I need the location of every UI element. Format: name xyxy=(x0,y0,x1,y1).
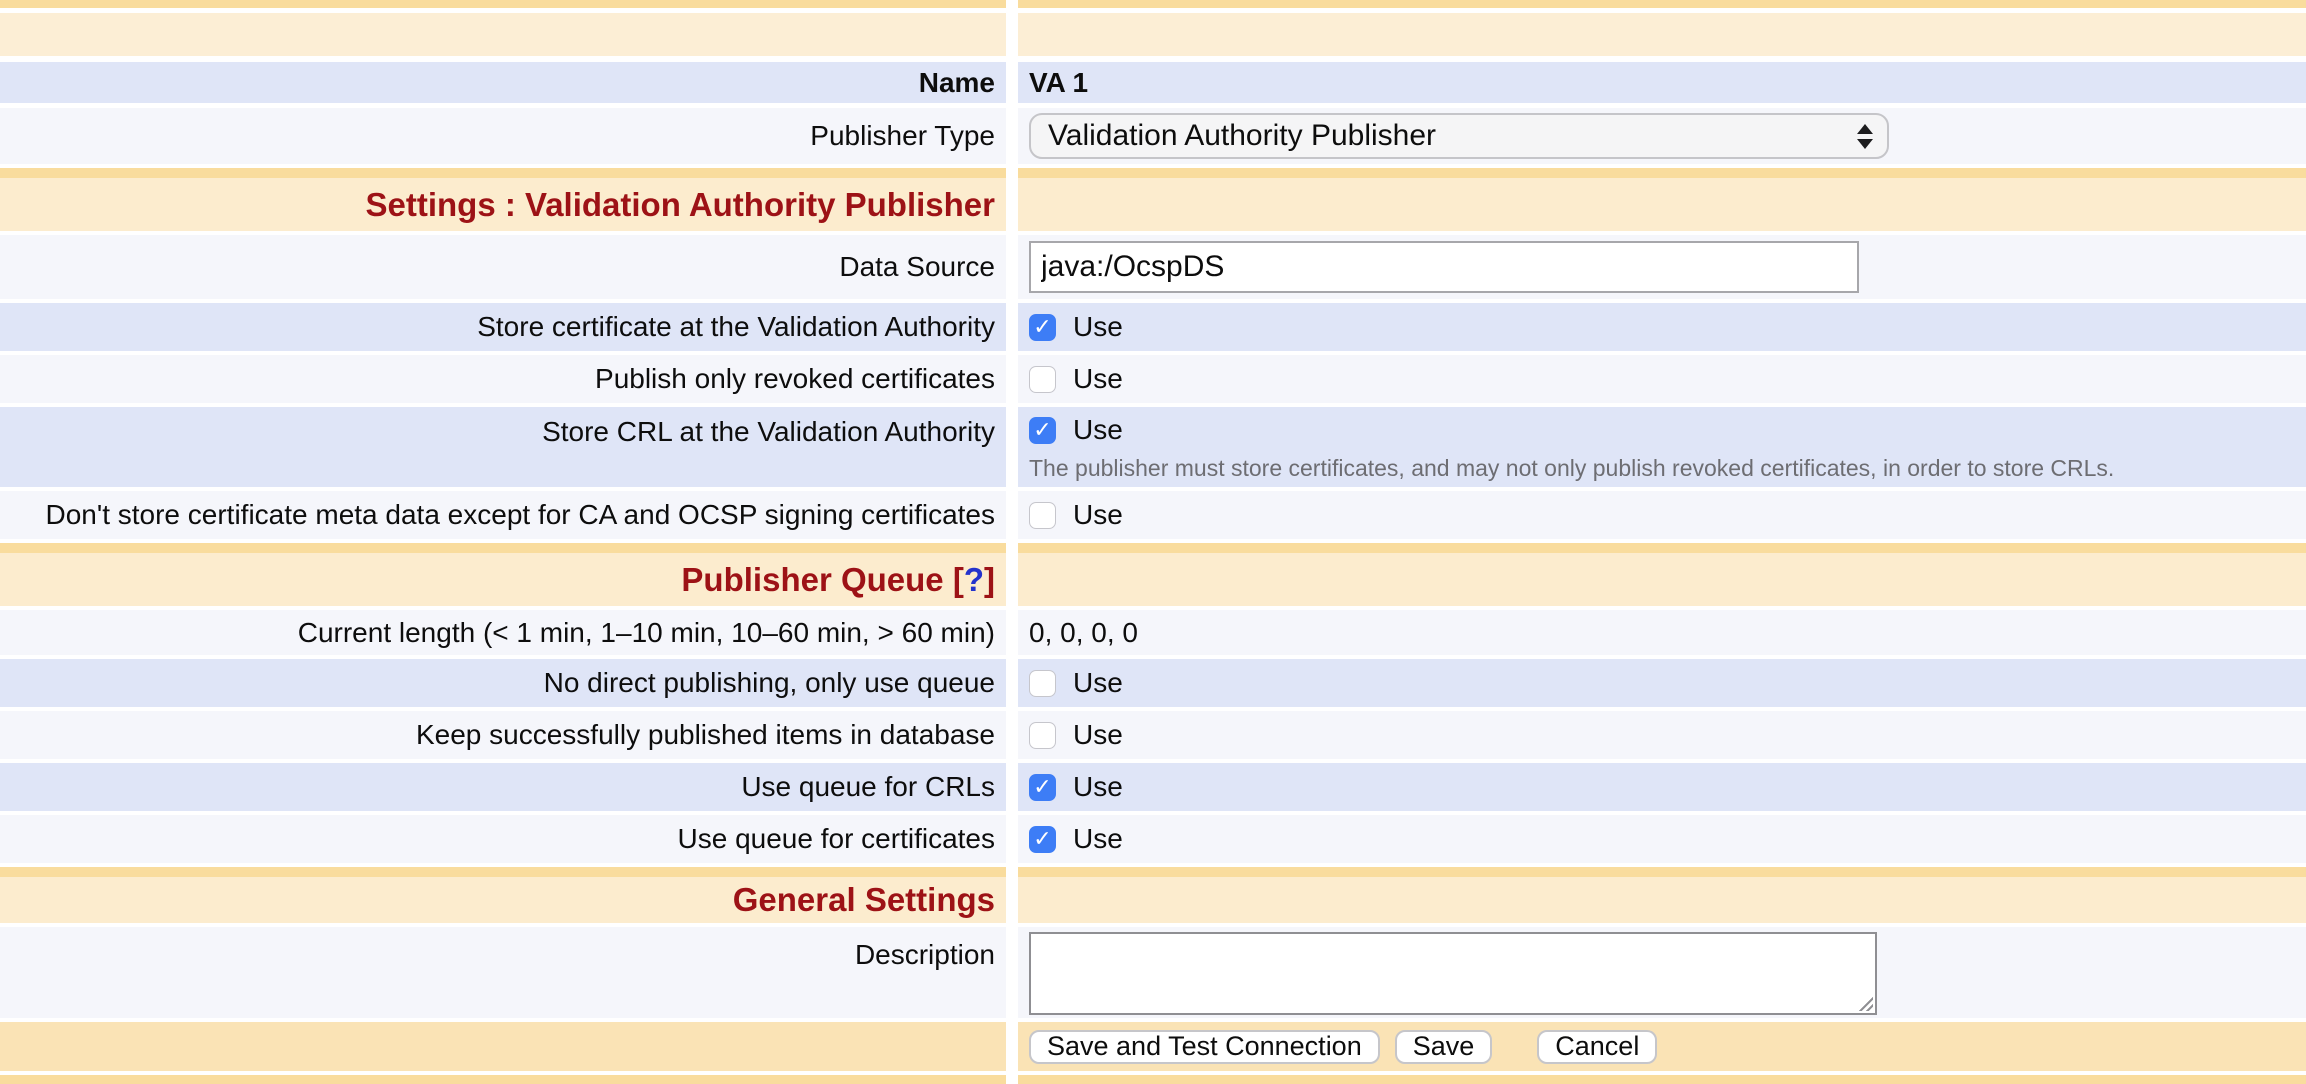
chevron-up-icon xyxy=(1857,124,1873,134)
publisher-type-selected-value: Validation Authority Publisher xyxy=(1048,119,1436,153)
settings-heading: Settings : Validation Authority Publishe… xyxy=(366,186,996,224)
dont-store-meta-row: Don't store certificate meta data except… xyxy=(0,491,2306,539)
publish-only-revoked-label: Publish only revoked certificates xyxy=(595,363,995,395)
queue-help-link[interactable]: ? xyxy=(964,561,984,598)
publisher-queue-section-header: Publisher Queue [?] xyxy=(0,543,2306,606)
publisher-edit-page: Name VA 1 Publisher Type Validation Auth… xyxy=(0,0,2306,1084)
no-direct-publishing-row: No direct publishing, only use queue Use xyxy=(0,659,2306,707)
keep-published-items-row: Keep successfully published items in dat… xyxy=(0,711,2306,759)
description-label: Description xyxy=(855,939,995,971)
use-queue-certs-row: Use queue for certificates Use xyxy=(0,815,2306,863)
publisher-type-row: Publisher Type Validation Authority Publ… xyxy=(0,108,2306,164)
description-textarea[interactable] xyxy=(1029,932,1877,1015)
description-row: Description xyxy=(0,927,2306,1018)
store-crl-help-text: The publisher must store certificates, a… xyxy=(1029,455,2114,482)
store-crl-checkbox[interactable] xyxy=(1029,417,1056,444)
use-label: Use xyxy=(1073,499,1123,531)
use-queue-crls-label: Use queue for CRLs xyxy=(741,771,995,803)
top-section-band xyxy=(0,13,2306,56)
data-source-label: Data Source xyxy=(839,251,995,283)
cancel-button[interactable]: Cancel xyxy=(1537,1030,1657,1064)
dont-store-meta-checkbox[interactable] xyxy=(1029,502,1056,529)
use-queue-certs-checkbox[interactable] xyxy=(1029,826,1056,853)
name-label: Name xyxy=(919,67,995,99)
store-certificate-checkbox[interactable] xyxy=(1029,314,1056,341)
data-source-input[interactable] xyxy=(1029,241,1859,293)
publisher-type-label: Publisher Type xyxy=(810,120,995,152)
save-and-test-connection-button[interactable]: Save and Test Connection xyxy=(1029,1030,1380,1064)
bracket-close: ] xyxy=(984,561,995,598)
store-crl-row: Store CRL at the Validation Authority Us… xyxy=(0,407,2306,487)
bracket-open: [ xyxy=(953,561,964,598)
bottom-accent-strip xyxy=(0,1075,2306,1084)
current-length-label: Current length (< 1 min, 1–10 min, 10–60… xyxy=(298,617,995,649)
publisher-queue-heading: Publisher Queue [?] xyxy=(681,561,995,599)
select-stepper-icon xyxy=(1857,124,1873,149)
store-certificate-label: Store certificate at the Validation Auth… xyxy=(477,311,995,343)
publish-only-revoked-row: Publish only revoked certificates Use xyxy=(0,355,2306,403)
actions-row: Save and Test Connection Save Cancel xyxy=(0,1022,2306,1071)
store-crl-label: Store CRL at the Validation Authority xyxy=(542,416,995,448)
no-direct-publishing-label: No direct publishing, only use queue xyxy=(544,667,995,699)
use-label: Use xyxy=(1073,667,1123,699)
chevron-down-icon xyxy=(1857,139,1873,149)
publish-only-revoked-checkbox[interactable] xyxy=(1029,366,1056,393)
settings-section-header: Settings : Validation Authority Publishe… xyxy=(0,168,2306,231)
general-settings-section-header: General Settings xyxy=(0,867,2306,923)
use-label: Use xyxy=(1073,363,1123,395)
use-label: Use xyxy=(1073,414,1123,446)
top-accent-strip xyxy=(0,0,2306,8)
use-label: Use xyxy=(1073,719,1123,751)
data-source-row: Data Source xyxy=(0,235,2306,299)
current-length-row: Current length (< 1 min, 1–10 min, 10–60… xyxy=(0,610,2306,655)
use-queue-crls-row: Use queue for CRLs Use xyxy=(0,763,2306,811)
general-settings-heading: General Settings xyxy=(733,881,995,919)
no-direct-publishing-checkbox[interactable] xyxy=(1029,670,1056,697)
store-certificate-row: Store certificate at the Validation Auth… xyxy=(0,303,2306,351)
save-button[interactable]: Save xyxy=(1395,1030,1493,1064)
keep-published-items-checkbox[interactable] xyxy=(1029,722,1056,749)
use-queue-crls-checkbox[interactable] xyxy=(1029,774,1056,801)
use-queue-certs-label: Use queue for certificates xyxy=(678,823,996,855)
dont-store-meta-label: Don't store certificate meta data except… xyxy=(45,499,995,531)
current-length-value: 0, 0, 0, 0 xyxy=(1029,617,1138,649)
name-value: VA 1 xyxy=(1029,67,1088,99)
use-label: Use xyxy=(1073,311,1123,343)
use-label: Use xyxy=(1073,823,1123,855)
publisher-type-select[interactable]: Validation Authority Publisher xyxy=(1029,113,1889,159)
keep-published-items-label: Keep successfully published items in dat… xyxy=(416,719,995,751)
name-row: Name VA 1 xyxy=(0,62,2306,103)
use-label: Use xyxy=(1073,771,1123,803)
